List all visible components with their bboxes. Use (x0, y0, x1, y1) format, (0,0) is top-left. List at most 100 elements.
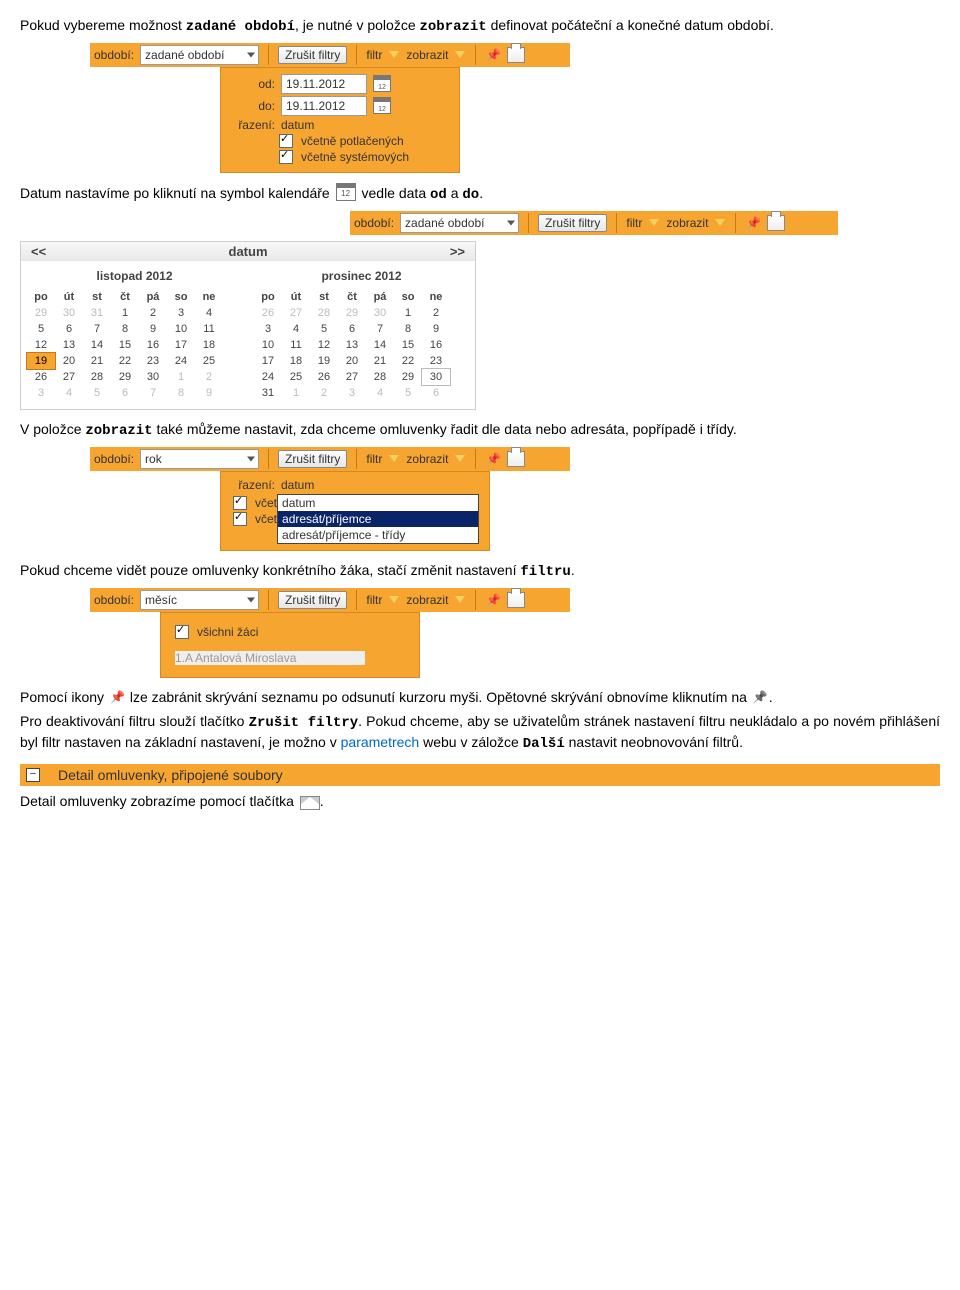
calendar-day[interactable]: 7 (366, 321, 394, 337)
calendar-day[interactable]: 26 (310, 369, 338, 385)
print-icon[interactable] (507, 451, 525, 467)
calendar-day[interactable]: 24 (254, 369, 282, 385)
calendar-day[interactable]: 14 (83, 337, 111, 353)
checkbox-vsichni-zaci[interactable] (175, 625, 189, 639)
calendar-day[interactable]: 25 (195, 353, 223, 369)
calendar-day[interactable]: 19 (27, 353, 55, 369)
calendar-icon[interactable] (373, 75, 391, 92)
calendar-day[interactable]: 21 (366, 353, 394, 369)
calendar-day[interactable]: 5 (310, 321, 338, 337)
calendar-day[interactable]: 23 (422, 353, 450, 369)
zrusit-filtry-button[interactable]: Zrušit filtry (278, 591, 347, 609)
checkbox[interactable] (233, 496, 247, 510)
print-icon[interactable] (507, 47, 525, 63)
checkbox[interactable] (233, 512, 247, 526)
calendar-day[interactable]: 30 (139, 369, 167, 385)
zobrazit-dropdown-icon[interactable] (455, 596, 465, 603)
select-option[interactable]: adresát/příjemce (278, 511, 478, 527)
calendar-day[interactable]: 1 (394, 305, 422, 321)
calendar-day[interactable]: 28 (366, 369, 394, 385)
calendar-day[interactable]: 28 (83, 369, 111, 385)
calendar-day[interactable]: 1 (111, 305, 139, 321)
calendar-day[interactable]: 27 (55, 369, 83, 385)
calendar-day[interactable]: 10 (167, 321, 195, 337)
calendar-day[interactable]: 26 (27, 369, 55, 385)
calendar-day[interactable]: 19 (310, 353, 338, 369)
calendar-icon[interactable] (373, 97, 391, 114)
pin-icon[interactable]: 📌 (485, 47, 501, 63)
calendar-day[interactable]: 22 (394, 353, 422, 369)
calendar-day[interactable]: 17 (167, 337, 195, 353)
calendar-day[interactable]: 12 (310, 337, 338, 353)
combo-obdobi[interactable]: zadané období (400, 213, 519, 233)
zrusit-filtry-button[interactable]: Zrušit filtry (278, 450, 347, 468)
parametry-link[interactable]: parametrech (341, 734, 420, 750)
calendar-day[interactable]: 4 (195, 305, 223, 321)
calendar-day[interactable]: 3 (254, 321, 282, 337)
print-icon[interactable] (767, 215, 785, 231)
calendar-day[interactable]: 6 (338, 321, 366, 337)
pin-icon[interactable]: 📌 (485, 592, 501, 608)
filtr-dropdown-icon[interactable] (389, 455, 399, 462)
do-field[interactable]: 19.11.2012 (281, 96, 367, 116)
calendar-day[interactable]: 20 (338, 353, 366, 369)
calendar-day[interactable]: 24 (167, 353, 195, 369)
od-field[interactable]: 19.11.2012 (281, 74, 367, 94)
calendar-day[interactable]: 6 (55, 321, 83, 337)
calendar-day[interactable]: 18 (282, 353, 310, 369)
calendar-day[interactable]: 29 (394, 369, 422, 385)
pin-icon[interactable]: 📌 (485, 451, 501, 467)
filtr-dropdown-icon[interactable] (389, 596, 399, 603)
calendar-day[interactable]: 12 (27, 337, 55, 353)
calendar-day[interactable]: 11 (195, 321, 223, 337)
checkbox-potlacenych[interactable] (279, 134, 293, 148)
calendar-day[interactable]: 21 (83, 353, 111, 369)
calendar-day[interactable]: 15 (394, 337, 422, 353)
calendar-day[interactable]: 10 (254, 337, 282, 353)
combo-obdobi[interactable]: zadané období (140, 45, 259, 65)
calendar-day[interactable]: 13 (55, 337, 83, 353)
filtr-dropdown-icon[interactable] (389, 51, 399, 58)
calendar-day[interactable]: 8 (111, 321, 139, 337)
calendar-day[interactable]: 27 (338, 369, 366, 385)
pin-icon[interactable]: 📌 (745, 215, 761, 231)
calendar-day[interactable]: 20 (55, 353, 83, 369)
calendar-day[interactable]: 5 (27, 321, 55, 337)
calendar-day[interactable]: 2 (139, 305, 167, 321)
razeni-open-list[interactable]: datumadresát/příjemceadresát/příjemce - … (277, 494, 479, 544)
calendar-day[interactable]: 13 (338, 337, 366, 353)
calendar-day[interactable]: 22 (111, 353, 139, 369)
calendar-day[interactable]: 30 (422, 369, 450, 385)
zrusit-filtry-button[interactable]: Zrušit filtry (538, 214, 607, 232)
razeni-combo[interactable]: datum (281, 118, 431, 132)
zobrazit-dropdown-icon[interactable] (455, 455, 465, 462)
zobrazit-dropdown-icon[interactable] (455, 51, 465, 58)
select-option[interactable]: adresát/příjemce - třídy (278, 527, 478, 543)
combo-obdobi[interactable]: měsíc (140, 590, 259, 610)
calendar-day[interactable]: 3 (167, 305, 195, 321)
zobrazit-dropdown-icon[interactable] (715, 219, 725, 226)
razeni-combo[interactable]: datum (281, 478, 441, 492)
calendar-day[interactable]: 18 (195, 337, 223, 353)
calendar-next-button[interactable]: >> (450, 244, 465, 259)
calendar-day[interactable]: 4 (282, 321, 310, 337)
envelope-icon[interactable] (300, 796, 320, 810)
combo-obdobi[interactable]: rok (140, 449, 259, 469)
print-icon[interactable] (507, 592, 525, 608)
filtr-dropdown-icon[interactable] (649, 219, 659, 226)
zrusit-filtry-button[interactable]: Zrušit filtry (278, 46, 347, 64)
calendar-day[interactable]: 8 (394, 321, 422, 337)
calendar-day[interactable]: 11 (282, 337, 310, 353)
calendar-day[interactable]: 9 (139, 321, 167, 337)
calendar-day[interactable]: 2 (422, 305, 450, 321)
select-option[interactable]: datum (278, 495, 478, 511)
calendar-day[interactable]: 15 (111, 337, 139, 353)
calendar-prev-button[interactable]: << (31, 244, 46, 259)
collapse-icon[interactable]: − (26, 768, 40, 782)
calendar-day[interactable]: 23 (139, 353, 167, 369)
calendar-day[interactable]: 25 (282, 369, 310, 385)
calendar-day[interactable]: 14 (366, 337, 394, 353)
calendar-day[interactable]: 7 (83, 321, 111, 337)
calendar-day[interactable]: 17 (254, 353, 282, 369)
calendar-day[interactable]: 9 (422, 321, 450, 337)
